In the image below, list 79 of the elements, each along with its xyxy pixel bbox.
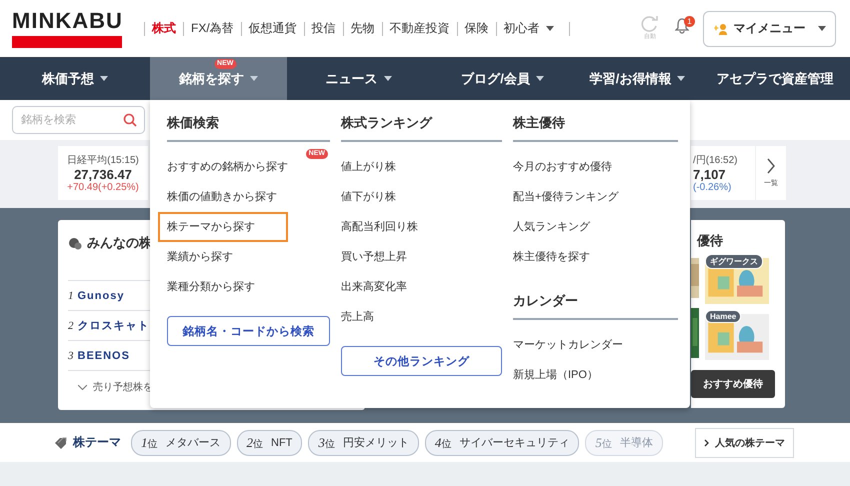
theme-bar-title: 株テーマ: [73, 434, 121, 451]
ticker-card[interactable]: 日経平均(15:15) 27,736.47 +70.49(+0.25%): [58, 146, 148, 200]
caret-icon: [100, 76, 108, 81]
menu-item[interactable]: 業績から探す: [158, 242, 288, 272]
top-nav-link[interactable]: 先物: [344, 20, 382, 37]
section-heading: カレンダー: [513, 292, 678, 320]
stock-link[interactable]: BEENOS: [78, 350, 130, 362]
sparkle-user-icon: [714, 22, 728, 36]
menu-item[interactable]: 高配当利回り株: [332, 212, 462, 242]
ticker-value: 27,736.47: [74, 167, 132, 182]
company-tag: ギグワークス: [705, 254, 763, 269]
caret-icon: [384, 76, 392, 81]
section-heading: 株価検索: [167, 114, 330, 142]
theme-chip[interactable]: 3位 円安メリット: [308, 430, 419, 456]
recommended-benefits-button[interactable]: おすすめ優待: [691, 370, 775, 398]
chevron-right-icon: [767, 158, 775, 174]
top-nav-link[interactable]: 仮想通貨: [242, 20, 304, 37]
caret-icon: [677, 76, 686, 81]
company-tag: Hamee: [705, 310, 742, 323]
menu-item[interactable]: 値上がり株: [332, 152, 462, 182]
main-nav-tab[interactable]: アセプラで資産管理: [700, 57, 850, 100]
ticker-change: (-0.26%): [693, 182, 732, 193]
ticker-card[interactable]: /円(16:52) 7,107 (-0.26%): [691, 146, 755, 200]
menu-item[interactable]: 株主優待を探す: [504, 242, 634, 272]
menu-item[interactable]: 今月のおすすめ優待: [504, 152, 634, 182]
ticker-change: +70.49(+0.25%): [67, 182, 139, 193]
rank-number: 2: [68, 320, 74, 332]
card-title: 優待: [696, 232, 724, 250]
stock-link[interactable]: クロスキャト: [78, 318, 150, 333]
menu-item[interactable]: 出来高変化率: [332, 272, 462, 302]
menu-item[interactable]: 株価の値動きから探す: [158, 182, 288, 212]
theme-chip[interactable]: 1位 メタバース: [131, 430, 230, 456]
menu-item[interactable]: 買い予想上昇: [332, 242, 462, 272]
top-nav-link[interactable]: 株式: [145, 20, 183, 37]
search-field[interactable]: 銘柄を検索: [12, 106, 145, 134]
ticker-name: /円(16:52): [693, 154, 738, 167]
menu-item[interactable]: マーケットカレンダー: [504, 330, 634, 360]
caret-icon: [536, 76, 544, 81]
popular-themes-button[interactable]: 人気の株テーマ: [695, 428, 794, 458]
theme-chip[interactable]: 4位 サイバーセキュリティ: [424, 430, 580, 456]
caret-icon: [546, 26, 554, 31]
caret-icon: [818, 26, 826, 31]
theme-chip[interactable]: 2位 NFT: [236, 430, 302, 456]
menu-item[interactable]: 新規上場（IPO）: [504, 360, 634, 390]
logo[interactable]: MINKABU: [12, 9, 122, 48]
search-icon[interactable]: [123, 113, 137, 127]
ticker-name: 日経平均(15:15): [67, 154, 139, 167]
menu-item[interactable]: 売上高: [332, 302, 462, 332]
chevron-right-icon: [704, 438, 709, 446]
chat-bubbles-icon: [68, 236, 82, 250]
top-nav-link[interactable]: FX/為替: [184, 20, 241, 37]
top-nav-link[interactable]: 保険: [458, 20, 496, 37]
top-nav-link[interactable]: 不動産投資: [382, 20, 457, 37]
bell-icon[interactable]: [675, 18, 689, 34]
menu-item[interactable]: 人気ランキング: [504, 212, 634, 242]
section-heading: 株式ランキング: [341, 114, 502, 142]
menu-item[interactable]: 株テーマから探す: [158, 212, 288, 242]
menu-item[interactable]: 値下がり株: [332, 182, 462, 212]
my-menu-button[interactable]: マイメニュー: [703, 10, 836, 46]
caret-icon: [250, 76, 258, 81]
main-nav-tab[interactable]: ブログ/会員: [430, 57, 575, 100]
rank-number: 3: [68, 350, 74, 362]
menu-button[interactable]: 銘柄名・コードから検索: [167, 316, 330, 346]
top-nav-link[interactable]: 投信: [304, 20, 343, 37]
stock-link[interactable]: Gunosy: [78, 290, 124, 302]
notification-badge: 1: [684, 16, 695, 27]
ticker-value: 7,107: [693, 167, 726, 182]
section-heading: 株主優待: [513, 114, 678, 142]
top-nav-link[interactable]: 初心者: [496, 20, 561, 37]
main-nav-tab[interactable]: 学習/お得情報: [575, 57, 700, 100]
main-nav-tab[interactable]: 株価予想: [0, 57, 150, 100]
tag-icon: [55, 436, 69, 448]
chevron-down-icon: [78, 384, 87, 390]
rank-number: 1: [68, 290, 74, 302]
menu-item[interactable]: 業種分類から探す: [158, 272, 288, 302]
menu-item[interactable]: おすすめの銘柄から探す: [158, 152, 296, 182]
menu-button[interactable]: その他ランキング: [341, 346, 502, 376]
main-nav-tab[interactable]: ニュース: [287, 57, 430, 100]
menu-item[interactable]: 配当+優待ランキング: [504, 182, 634, 212]
